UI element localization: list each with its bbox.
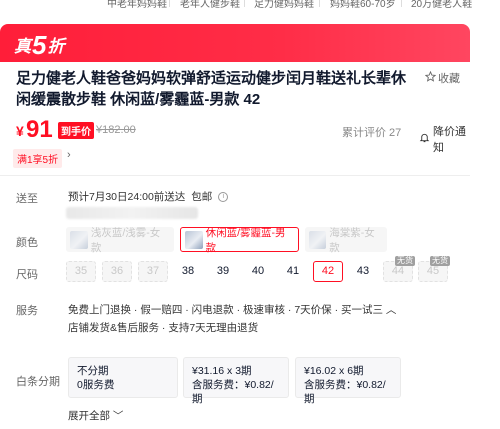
color-label: 颜色 xyxy=(16,237,38,249)
bell-icon xyxy=(419,132,430,146)
product-title: 足力健老人鞋爸爸妈妈软弹舒适运动健步闰月鞋送礼长辈休闲缓震散步鞋 休闲蓝/雾霾蓝… xyxy=(16,70,407,108)
notify-label: 降价通知 xyxy=(433,126,466,154)
size-option[interactable]: 36 xyxy=(102,261,132,282)
size-label: 尺码 xyxy=(16,269,38,281)
size-option[interactable]: 40 xyxy=(243,261,273,282)
shoe-thumbnail xyxy=(185,230,203,249)
service-policy: 店铺发货&售后服务 · 支持7天无理由退货 xyxy=(68,322,259,334)
shoe-thumbnail xyxy=(70,230,88,249)
top-tag-strip: 中老年妈妈鞋 老年人健步鞋 足力健妈妈鞋 妈妈鞋60-70岁 20万健老人鞋 xyxy=(0,0,500,12)
shipping-info: 预计7月30日24:00前送达 包邮 i xyxy=(68,189,229,204)
size-option[interactable]: 35 xyxy=(66,261,96,282)
section-divider xyxy=(0,175,470,176)
installment-label: 白条分期 xyxy=(16,376,60,388)
tag-separator xyxy=(169,0,170,7)
discount-badge: 真5折 xyxy=(14,30,66,60)
top-tag-link[interactable]: 足力健妈妈鞋 xyxy=(254,0,314,10)
price-row: ¥ 91 到手价 ¥182.00 累计评价 27 降价通知 xyxy=(16,116,466,154)
address-blurred[interactable] xyxy=(66,207,198,219)
installment-option[interactable]: ¥31.16 x 3期 含服务费：¥0.82/期 xyxy=(183,357,289,405)
original-price: ¥182.00 xyxy=(96,124,136,136)
free-shipping: 包邮 xyxy=(191,191,213,203)
top-tag-link[interactable]: 老年人健步鞋 xyxy=(180,0,240,10)
size-option[interactable]: 39 xyxy=(208,261,238,282)
favorite-button[interactable]: 收藏 xyxy=(424,70,460,86)
expand-all-link[interactable]: 展开全部 ﹀ xyxy=(68,408,123,423)
color-option[interactable]: 海棠紫-女款 xyxy=(305,227,387,254)
size-option[interactable]: 38 xyxy=(173,261,203,282)
price-drop-notify-button[interactable]: 降价通知 xyxy=(419,123,466,155)
size-option-selected[interactable]: 42 xyxy=(313,261,343,282)
top-tag-link[interactable]: 妈妈鞋60-70岁 xyxy=(330,0,396,10)
service-guarantees[interactable]: 免费上门退换 · 假一赔四 · 闪电退款 · 极速审核 · 7天价保 · 买一试… xyxy=(68,302,396,317)
discount-banner: 真5折 xyxy=(0,24,470,62)
color-option[interactable]: 浅灰蓝/浅雾-女款 xyxy=(66,227,174,254)
chevron-right-icon[interactable]: › xyxy=(67,149,71,161)
size-option[interactable]: 37 xyxy=(138,261,168,282)
review-count[interactable]: 累计评价 27 xyxy=(342,124,401,140)
top-tag-link[interactable]: 中老年妈妈鞋 xyxy=(107,0,167,10)
top-tag-link[interactable]: 20万健老人鞋 xyxy=(411,0,472,10)
final-price-tag: 到手价 xyxy=(58,122,94,139)
favorite-label: 收藏 xyxy=(438,73,460,85)
currency-symbol: ¥ xyxy=(16,123,24,139)
star-icon xyxy=(424,70,437,85)
tag-separator xyxy=(244,0,245,7)
promo-badge[interactable]: 满1享5折 xyxy=(13,149,63,168)
color-option-selected[interactable]: 休闲蓝/雾霾蓝-男款 xyxy=(180,227,299,254)
shipping-label: 送至 xyxy=(16,193,38,205)
delivery-estimate: 预计7月30日24:00前送达 xyxy=(68,191,186,203)
tag-separator xyxy=(401,0,402,7)
shoe-thumbnail xyxy=(309,230,327,249)
installment-option[interactable]: ¥16.02 x 6期 含服务费：¥0.82/期 xyxy=(295,357,401,405)
final-price: 91 xyxy=(26,116,53,143)
size-option[interactable]: 43 xyxy=(348,261,378,282)
info-icon[interactable]: i xyxy=(218,191,229,202)
out-of-stock-badge: 无货 xyxy=(430,256,450,266)
out-of-stock-badge: 无货 xyxy=(395,256,415,266)
installment-option[interactable]: 不分期 0服务费 xyxy=(68,357,178,398)
size-option[interactable]: 41 xyxy=(278,261,308,282)
tag-separator xyxy=(319,0,320,7)
service-label: 服务 xyxy=(16,305,38,317)
